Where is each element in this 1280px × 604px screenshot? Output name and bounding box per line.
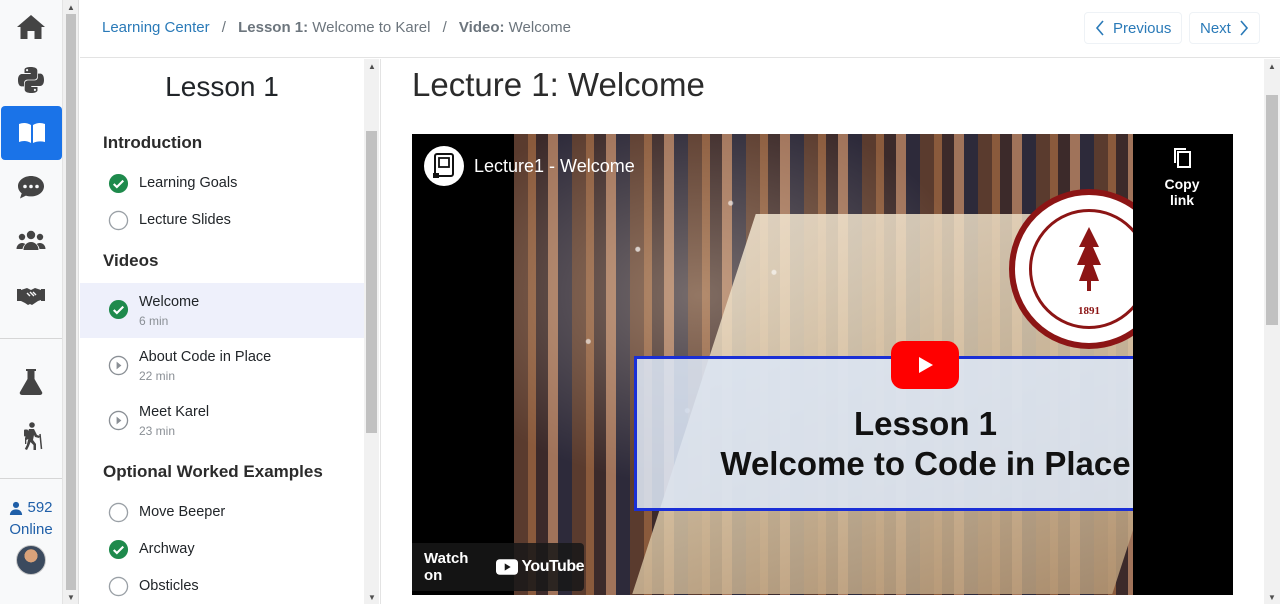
scroll-up-arrow-icon[interactable]: ▲ (63, 0, 79, 14)
karel-robot-icon (433, 153, 454, 178)
book-icon[interactable] (1, 106, 62, 160)
list-item-archway[interactable]: Archway (80, 539, 364, 560)
empty-circle-icon (108, 210, 129, 231)
scroll-down-arrow-icon[interactable]: ▼ (1264, 590, 1280, 604)
list-item-label: Welcome (139, 294, 200, 310)
main-scrollbar[interactable]: ▲ ▼ (1264, 59, 1280, 604)
lesson-scrollbar[interactable]: ▲ ▼ (364, 59, 379, 604)
app-rail: 592 Online (0, 0, 63, 604)
list-item-obsticles[interactable]: Obsticles (80, 576, 364, 597)
page-title: Lecture 1: Welcome (412, 66, 705, 103)
youtube-logo: YouTube (496, 558, 584, 576)
video-header: Lecture1 - Welcome (424, 146, 635, 186)
scroll-down-arrow-icon[interactable]: ▼ (364, 590, 380, 604)
user-icon (10, 501, 23, 515)
section-heading-optional-worked-examples: Optional Worked Examples (103, 462, 323, 481)
scroll-down-arrow-icon[interactable]: ▼ (63, 590, 79, 604)
breadcrumb-learning-center[interactable]: Learning Center (102, 19, 210, 36)
list-item-duration: 6 min (139, 314, 169, 328)
youtube-play-button[interactable] (891, 341, 959, 389)
breadcrumb: Learning Center / Lesson 1: Welcome to K… (102, 19, 571, 36)
hiker-icon[interactable] (0, 409, 62, 463)
list-item-meet-karel[interactable]: Meet Karel 23 min (80, 402, 364, 440)
check-circle-icon (108, 299, 129, 320)
play-circle-icon (108, 410, 129, 431)
scrollbar-thumb[interactable] (66, 14, 76, 590)
scrollbar-thumb[interactable] (366, 131, 377, 433)
list-item-lecture-slides[interactable]: Lecture Slides (80, 210, 364, 231)
check-circle-icon (108, 173, 129, 194)
home-icon[interactable] (0, 0, 62, 54)
watch-on-label: Watch on (424, 550, 469, 584)
scrollbar-thumb[interactable] (1266, 95, 1278, 325)
python-icon[interactable] (0, 53, 62, 107)
previous-button[interactable]: Previous (1084, 12, 1183, 44)
chat-icon[interactable] (0, 160, 62, 214)
list-item-duration: 22 min (139, 369, 176, 383)
slide-title-line2: Welcome to Code in Place (720, 444, 1131, 482)
rail-divider (0, 478, 62, 479)
group-icon[interactable] (0, 214, 62, 268)
list-item-label: Meet Karel (139, 404, 210, 420)
breadcrumb-separator: / (221, 19, 226, 36)
scroll-up-arrow-icon[interactable]: ▲ (1264, 59, 1280, 73)
section-heading-introduction: Introduction (103, 133, 203, 152)
scroll-up-arrow-icon[interactable]: ▲ (364, 59, 380, 73)
copy-link-label: Copy link (1164, 176, 1200, 208)
avatar[interactable] (16, 545, 46, 575)
breadcrumb-video: Welcome (508, 19, 571, 36)
slide-title-line1: Lesson 1 (853, 404, 998, 442)
list-item-learning-goals[interactable]: Learning Goals (80, 173, 364, 194)
handshake-icon[interactable] (0, 268, 62, 322)
empty-circle-icon (108, 576, 129, 597)
list-item-duration: 23 min (139, 424, 176, 438)
list-item-label: Learning Goals (139, 175, 238, 191)
next-button[interactable]: Next (1189, 12, 1260, 44)
tree-icon (1077, 227, 1101, 291)
next-label: Next (1200, 19, 1231, 37)
empty-circle-icon (108, 502, 129, 523)
youtube-wordmark: YouTube (521, 558, 584, 575)
list-item-label: Lecture Slides (139, 212, 231, 228)
chevron-left-icon (1095, 20, 1104, 36)
breadcrumb-video-prefix: Video: (458, 19, 505, 36)
rail-divider (0, 338, 62, 339)
lesson-title: Lesson 1 (165, 71, 279, 102)
online-label: Online (9, 521, 53, 538)
online-counter[interactable]: 592 Online (0, 497, 62, 541)
section-heading-videos: Videos (103, 251, 159, 270)
check-circle-icon (108, 539, 129, 560)
slide-title-box: Lesson 1 Welcome to Code in Place (634, 356, 1133, 511)
list-item-label: Obsticles (139, 578, 199, 594)
play-circle-icon (108, 355, 129, 376)
youtube-icon (496, 559, 519, 575)
main-content: Lecture 1: Welcome 1891 Lesson 1 Welcome… (380, 59, 1264, 604)
top-bar: Learning Center / Lesson 1: Welcome to K… (80, 0, 1280, 58)
list-item-welcome[interactable]: Welcome 6 min (80, 283, 364, 338)
list-item-about-code-in-place[interactable]: About Code in Place 22 min (80, 347, 364, 385)
list-item-label: About Code in Place (139, 349, 272, 365)
list-item-label: Move Beeper (139, 504, 226, 520)
seal-year: 1891 (1078, 305, 1100, 317)
video-thumbnail: 1891 Lesson 1 Welcome to Code in Place (514, 134, 1133, 595)
list-item-label: Archway (139, 541, 195, 557)
breadcrumb-lesson-prefix: Lesson 1: (238, 19, 309, 36)
list-item-move-beeper[interactable]: Move Beeper (80, 502, 364, 523)
lesson-sidebar: Lesson 1 Introduction Learning Goals Lec… (80, 59, 364, 604)
copy-link-button[interactable]: Copy link (1153, 146, 1211, 208)
breadcrumb-separator: / (442, 19, 447, 36)
video-title[interactable]: Lecture1 - Welcome (474, 156, 635, 177)
flask-icon[interactable] (0, 355, 62, 409)
chevron-right-icon (1240, 20, 1248, 36)
breadcrumb-lesson[interactable]: Welcome to Karel (312, 19, 430, 36)
copy-icon (1174, 148, 1191, 168)
rail-scrollbar[interactable]: ▲ ▼ (63, 0, 79, 604)
play-icon (919, 357, 933, 373)
video-player[interactable]: 1891 Lesson 1 Welcome to Code in Place L… (412, 134, 1233, 595)
watch-on-youtube-button[interactable]: Watch on YouTube (412, 543, 584, 591)
channel-avatar[interactable] (424, 146, 464, 186)
previous-label: Previous (1113, 19, 1172, 37)
online-count: 592 (27, 499, 53, 516)
